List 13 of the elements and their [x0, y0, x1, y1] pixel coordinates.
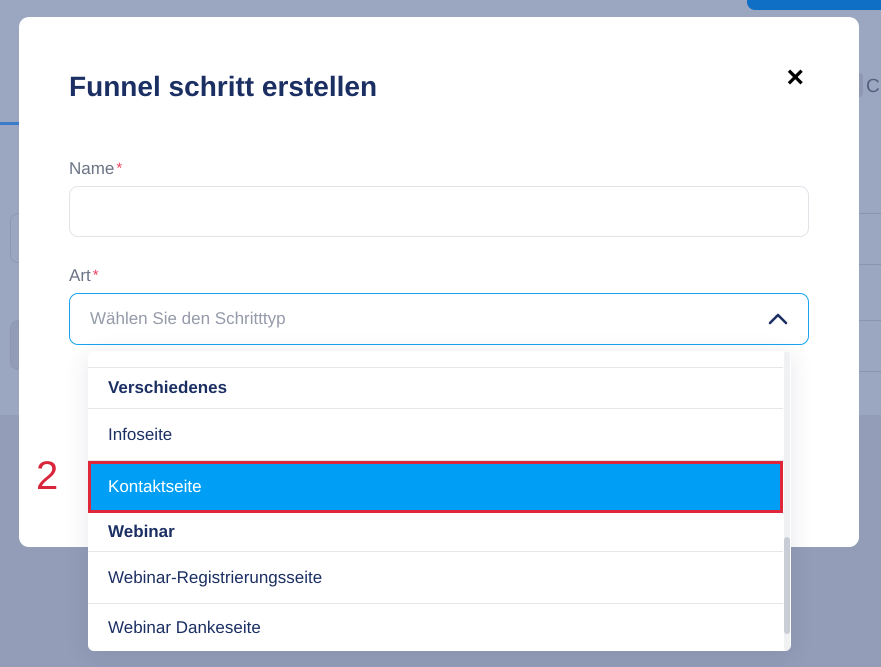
chevron-up-icon [768, 313, 788, 325]
dropdown-option[interactable]: Webinar Dankeseite [88, 604, 783, 651]
field-label: Art* [69, 266, 99, 286]
dialog-title: Funnel schritt erstellen [69, 70, 378, 104]
scrollbar[interactable] [784, 351, 790, 651]
option-group-heading: Verschiedenes [88, 368, 783, 409]
close-button[interactable]: × [786, 64, 804, 92]
field-label: Name* [69, 159, 122, 179]
tab-label: C [866, 76, 880, 98]
annotation-number: 2 [36, 454, 58, 498]
dropdown-option[interactable]: Webinar-Registrierungsseite [88, 552, 783, 604]
dropdown-option[interactable]: Infoseite [88, 409, 783, 461]
option-group-heading: Webinar [88, 513, 783, 552]
